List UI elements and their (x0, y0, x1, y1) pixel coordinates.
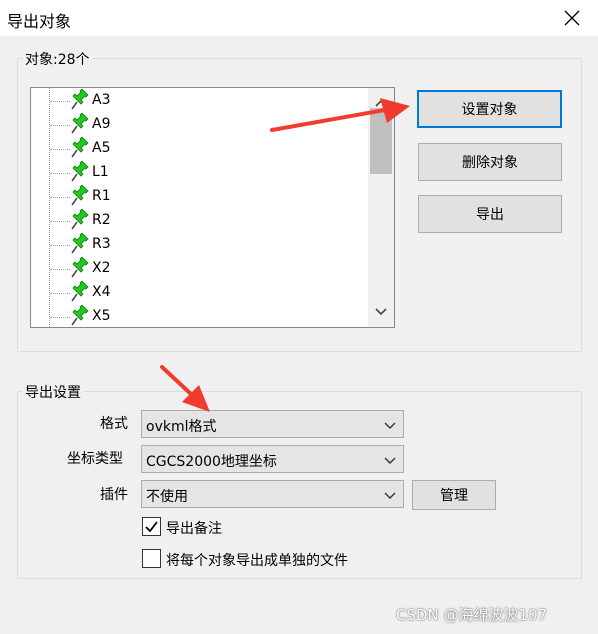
list-item-label: R1 (92, 188, 111, 204)
tree-branch-line (50, 101, 70, 102)
object-tree-list[interactable]: A3 A9 A5 L1 R1 R2 R3 X2 X4 X5 (30, 87, 395, 328)
plugin-value: 不使用 (146, 489, 188, 505)
pushpin-icon (71, 281, 89, 302)
list-scrollbar[interactable] (368, 88, 394, 327)
list-item-label: X2 (92, 260, 111, 276)
list-item[interactable]: A3 (31, 89, 366, 113)
watermark: CSDN @海绵波波107 (396, 606, 548, 624)
coord-type-label: 坐标类型 (67, 451, 123, 467)
objects-group-label: 对象:28个 (22, 49, 93, 69)
list-item[interactable]: X4 (31, 281, 366, 305)
tree-branch-line (50, 173, 70, 174)
pushpin-icon (71, 185, 89, 206)
coord-type-select[interactable]: CGCS2000地理坐标 (141, 445, 404, 473)
tree-branch-line (50, 149, 70, 150)
export-notes-label: 导出备注 (166, 521, 222, 537)
list-item[interactable]: X2 (31, 257, 366, 281)
tree-branch-line (50, 245, 70, 246)
tree-branch-line (50, 221, 70, 222)
chevron-down-icon (375, 308, 387, 316)
pushpin-icon (71, 305, 89, 326)
chevron-down-icon (384, 492, 396, 499)
delete-object-button[interactable]: 删除对象 (418, 143, 562, 181)
close-button[interactable] (556, 4, 588, 32)
format-value: ovkml格式 (146, 419, 217, 435)
list-item-label: R2 (92, 212, 111, 228)
list-item-label: L1 (92, 164, 109, 180)
scroll-thumb[interactable] (370, 108, 392, 174)
plugin-label: 插件 (100, 487, 128, 503)
window-title: 导出对象 (7, 12, 72, 31)
title-bar: 导出对象 (0, 0, 598, 36)
list-item[interactable]: A9 (31, 113, 366, 137)
pushpin-icon (71, 233, 89, 254)
list-item-label: A9 (92, 116, 111, 132)
pushpin-icon (71, 209, 89, 230)
list-item-label: A3 (92, 92, 111, 108)
list-item-label: X5 (92, 308, 111, 324)
list-item[interactable]: R3 (31, 233, 366, 257)
tree-branch-line (50, 125, 70, 126)
plugin-select[interactable]: 不使用 (141, 480, 404, 508)
coord-type-value: CGCS2000地理坐标 (146, 454, 277, 470)
chevron-down-icon (384, 422, 396, 429)
pushpin-icon (71, 113, 89, 134)
pushpin-icon (71, 257, 89, 278)
tree-branch-line (50, 293, 70, 294)
list-item-label: R3 (92, 236, 111, 252)
checkmark-icon (145, 521, 158, 533)
list-item[interactable]: R2 (31, 209, 366, 233)
manage-plugin-button[interactable]: 管理 (412, 480, 496, 510)
list-item[interactable]: A5 (31, 137, 366, 161)
export-settings-label: 导出设置 (22, 382, 84, 402)
chevron-up-icon (375, 99, 387, 107)
separate-files-label: 将每个对象导出成单独的文件 (166, 553, 348, 569)
tree-branch-line (50, 269, 70, 270)
export-notes-checkbox[interactable] (142, 517, 161, 536)
separate-files-checkbox[interactable] (142, 549, 161, 568)
list-item[interactable]: X5 (31, 305, 366, 327)
list-item[interactable]: L1 (31, 161, 366, 185)
close-icon (564, 10, 580, 26)
set-object-button[interactable]: 设置对象 (417, 90, 562, 128)
list-item[interactable]: R1 (31, 185, 366, 209)
scroll-down-button[interactable] (372, 303, 390, 321)
pushpin-icon (71, 89, 89, 110)
tree-branch-line (50, 317, 70, 318)
tree-branch-line (50, 197, 70, 198)
pushpin-icon (71, 137, 89, 158)
export-button[interactable]: 导出 (418, 195, 562, 233)
format-select[interactable]: ovkml格式 (141, 410, 404, 438)
pushpin-icon (71, 161, 89, 182)
chevron-down-icon (384, 457, 396, 464)
list-item-label: X4 (92, 284, 111, 300)
format-label: 格式 (100, 416, 128, 432)
list-item-label: A5 (92, 140, 111, 156)
